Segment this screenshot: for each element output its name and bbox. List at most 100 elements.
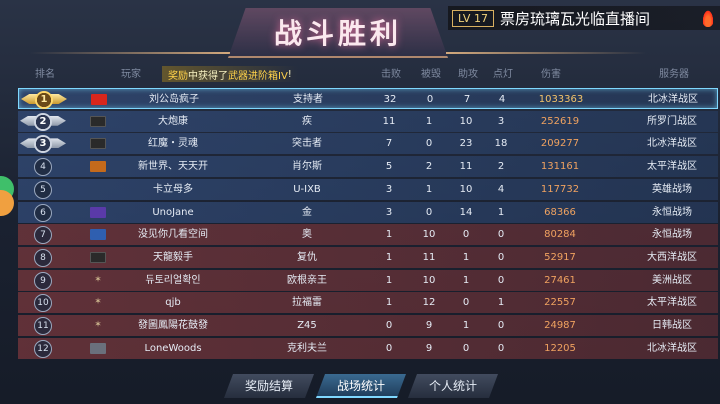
notice-prefix: 奖励 bbox=[168, 70, 188, 82]
server-name: 所罗门战区 bbox=[647, 115, 697, 127]
assists-value: 1 bbox=[462, 274, 470, 286]
player-name: UnoJane bbox=[152, 206, 194, 218]
damage-value: 12205 bbox=[544, 342, 576, 354]
player-name: 發圖鳳陽花鼓發 bbox=[138, 320, 208, 331]
points-value: 0 bbox=[497, 320, 505, 331]
kills-value: 1 bbox=[385, 297, 393, 309]
rank-number: 3 bbox=[34, 135, 52, 154]
kills-value: 32 bbox=[383, 94, 397, 105]
deaths-value: 1 bbox=[425, 183, 433, 195]
player-name: 没见你几看空间 bbox=[138, 229, 208, 241]
damage-value: 52917 bbox=[544, 251, 576, 263]
assists-value: 10 bbox=[459, 115, 473, 127]
flag-icon bbox=[90, 251, 106, 263]
rank-wings-icon: 2 bbox=[18, 112, 68, 131]
header-assists: 助攻 bbox=[458, 68, 478, 80]
assists-value: 1 bbox=[462, 320, 470, 331]
table-row[interactable]: 8 天龍毅手 复仇 1 11 1 0 52917 大西洋战区 bbox=[18, 246, 718, 268]
header-points: 点灯 bbox=[493, 68, 513, 80]
rank-number: 9 bbox=[34, 271, 52, 290]
kills-value: 7 bbox=[385, 138, 393, 150]
table-row[interactable]: 9 ✶ 듀토리얼확인 欧根亲王 1 10 1 0 27461 美洲战区 bbox=[18, 269, 718, 291]
broadcast-banner[interactable]: LV 17 票房琉璃瓦光临直播间 bbox=[448, 6, 720, 30]
table-row[interactable]: 4 新世界、天天开 肖尔斯 5 2 11 2 131161 太平洋战区 bbox=[18, 156, 718, 178]
assists-value: 1 bbox=[462, 251, 470, 263]
points-value: 3 bbox=[497, 115, 505, 127]
table-row[interactable]: 7 没见你几看空间 奥 1 10 0 0 80284 永恒战场 bbox=[18, 224, 718, 246]
player-name: LoneWoods bbox=[144, 342, 202, 354]
tab-battle-stats[interactable]: 战场统计 bbox=[316, 374, 406, 398]
ship-name: Z45 bbox=[297, 320, 317, 331]
damage-value: 1033363 bbox=[538, 94, 584, 105]
tab-personal-stats[interactable]: 个人统计 bbox=[408, 374, 498, 398]
flag-icon bbox=[90, 138, 106, 150]
points-value: 0 bbox=[497, 251, 505, 263]
header-deaths: 被毁 bbox=[421, 68, 441, 80]
rank-number: 12 bbox=[34, 339, 52, 358]
header-server: 服务器 bbox=[659, 68, 689, 80]
kills-value: 1 bbox=[385, 251, 393, 263]
table-row[interactable]: 6 UnoJane 金 3 0 14 1 68366 永恒战场 bbox=[18, 201, 718, 223]
damage-value: 209277 bbox=[540, 138, 580, 150]
table-row[interactable]: 1 刘公岛疯子 支持者 32 0 7 4 1033363 北冰洋战区 bbox=[18, 88, 718, 109]
server-name: 大西洋战区 bbox=[647, 251, 697, 263]
server-name: 北冰洋战区 bbox=[647, 342, 697, 354]
server-name: 太平洋战区 bbox=[647, 161, 697, 173]
damage-value: 131161 bbox=[540, 161, 580, 173]
flag-icon bbox=[90, 161, 106, 173]
tab-rewards[interactable]: 奖励结算 bbox=[224, 374, 314, 398]
assists-value: 7 bbox=[463, 94, 471, 105]
flag-icon bbox=[90, 115, 106, 127]
bottom-tabs: 奖励结算 战场统计 个人统计 bbox=[224, 374, 504, 398]
flag-icon bbox=[90, 342, 106, 354]
ship-name: 突击者 bbox=[292, 138, 322, 150]
flag-icon: ✶ bbox=[94, 320, 102, 330]
rank-number: 7 bbox=[34, 226, 52, 245]
flag-icon bbox=[90, 184, 106, 195]
notice-middle: 中获得了 bbox=[188, 70, 228, 82]
kills-value: 5 bbox=[385, 161, 393, 173]
server-name: 太平洋战区 bbox=[647, 297, 697, 309]
server-name: 北冰洋战区 bbox=[648, 94, 698, 105]
ship-name: 疾 bbox=[302, 115, 312, 127]
damage-value: 27461 bbox=[544, 274, 576, 286]
deaths-value: 9 bbox=[425, 320, 433, 331]
flag-icon bbox=[90, 229, 106, 241]
deaths-value: 1 bbox=[425, 115, 433, 127]
table-header: 排名 玩家 击败 被毁 助攻 点灯 伤害 服务器 bbox=[0, 62, 720, 82]
damage-value: 24987 bbox=[544, 320, 576, 331]
table-row[interactable]: 5 卡立母多 U-IXB 3 1 10 4 117732 英雄战场 bbox=[18, 178, 718, 200]
table-row[interactable]: 11 ✶ 發圖鳳陽花鼓發 Z45 0 9 1 0 24987 日韩战区 bbox=[18, 315, 718, 336]
title-banner: 战斗胜利 bbox=[228, 8, 448, 58]
ship-name: 奥 bbox=[302, 229, 312, 241]
fire-icon bbox=[702, 9, 714, 27]
assists-value: 23 bbox=[459, 138, 473, 150]
server-name: 永恒战场 bbox=[652, 229, 692, 241]
ship-name: 复仇 bbox=[297, 251, 317, 263]
flag-icon bbox=[91, 94, 107, 105]
kills-value: 1 bbox=[385, 274, 393, 286]
points-value: 1 bbox=[497, 297, 505, 309]
points-value: 1 bbox=[497, 206, 505, 218]
deaths-value: 10 bbox=[422, 274, 436, 286]
table-row[interactable]: 12 LoneWoods 克利夫兰 0 9 0 0 12205 北冰洋战区 bbox=[18, 337, 718, 359]
points-value: 18 bbox=[494, 138, 508, 150]
table-row[interactable]: 10 ✶ qjb 拉福雷 1 12 0 1 22557 太平洋战区 bbox=[18, 292, 718, 314]
deaths-value: 12 bbox=[422, 297, 436, 309]
player-name: qjb bbox=[165, 297, 181, 309]
rank-number: 8 bbox=[34, 248, 52, 267]
table-row[interactable]: 3 红魔・灵魂 突击者 7 0 23 18 209277 北冰洋战区 bbox=[18, 133, 718, 155]
table-row[interactable]: 2 大炮康疾 11 1 10 3 252619 所罗门战区 bbox=[18, 110, 718, 132]
kills-value: 1 bbox=[385, 229, 393, 241]
damage-value: 68366 bbox=[544, 206, 576, 218]
assists-value: 0 bbox=[462, 229, 470, 241]
assists-value: 0 bbox=[462, 297, 470, 309]
flag-icon bbox=[90, 206, 106, 218]
deaths-value: 0 bbox=[426, 94, 434, 105]
ship-name: 金 bbox=[302, 206, 312, 218]
server-name: 永恒战场 bbox=[652, 206, 692, 218]
header-damage: 伤害 bbox=[541, 68, 561, 80]
kills-value: 3 bbox=[385, 206, 393, 218]
points-value: 0 bbox=[497, 229, 505, 241]
damage-value: 80284 bbox=[544, 229, 576, 241]
